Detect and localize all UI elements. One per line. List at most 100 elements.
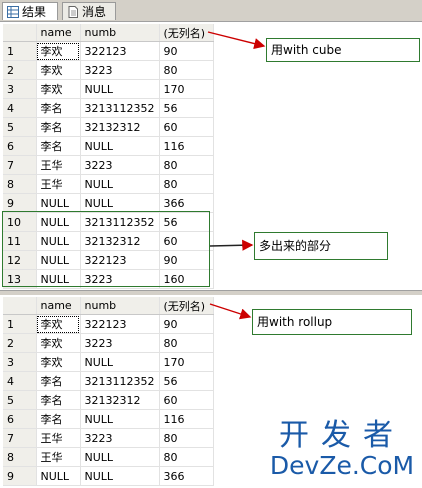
- row-number-header: [3, 24, 37, 42]
- name-cell[interactable]: 李欢: [36, 352, 81, 372]
- grid-splitter[interactable]: [0, 290, 422, 295]
- header-row: name numb (无列名): [3, 24, 214, 42]
- column-header-name[interactable]: name: [36, 297, 81, 315]
- table-row[interactable]: 8 王华 NULL 80: [3, 447, 214, 467]
- name-cell[interactable]: 李名: [36, 98, 81, 118]
- name-cell[interactable]: 李欢: [36, 333, 81, 353]
- table-row[interactable]: 6 李名 NULL 116: [3, 136, 214, 156]
- table-row[interactable]: 9 NULL NULL 366: [3, 466, 214, 486]
- value-cell[interactable]: 80: [159, 155, 214, 175]
- name-cell[interactable]: 王华: [36, 447, 81, 467]
- name-cell[interactable]: NULL: [36, 466, 81, 486]
- value-cell[interactable]: 90: [159, 41, 214, 61]
- value-cell[interactable]: 116: [159, 409, 214, 429]
- numb-cell[interactable]: 322123: [80, 41, 160, 61]
- name-cell[interactable]: 王华: [36, 428, 81, 448]
- table-row[interactable]: 4 李名 3213112352 56: [3, 371, 214, 391]
- numb-cell[interactable]: 3213112352: [80, 98, 160, 118]
- name-cell[interactable]: 李欢: [36, 60, 81, 80]
- row-number-header: [3, 297, 37, 315]
- row-number-cell: 6: [3, 409, 37, 429]
- arrow-to-rollup-note: [209, 303, 252, 320]
- row-number-cell: 7: [3, 155, 37, 175]
- value-cell[interactable]: 80: [159, 174, 214, 194]
- value-cell[interactable]: 366: [159, 466, 214, 486]
- numb-cell[interactable]: 3213112352: [80, 371, 160, 391]
- numb-cell[interactable]: NULL: [80, 352, 160, 372]
- numb-cell[interactable]: 32132312: [80, 390, 160, 410]
- value-cell[interactable]: 56: [159, 371, 214, 391]
- numb-cell[interactable]: 322123: [80, 314, 160, 334]
- name-cell[interactable]: 李欢: [36, 41, 81, 61]
- table-row[interactable]: 3 李欢 NULL 170: [3, 352, 214, 372]
- table-row[interactable]: 5 李名 32132312 60: [3, 390, 214, 410]
- value-cell[interactable]: 170: [159, 79, 214, 99]
- numb-cell[interactable]: NULL: [80, 174, 160, 194]
- value-cell[interactable]: 80: [159, 333, 214, 353]
- value-cell[interactable]: 56: [159, 98, 214, 118]
- watermark-line2: DevZe.CoM: [269, 451, 415, 480]
- row-number-cell: 4: [3, 98, 37, 118]
- value-cell[interactable]: 80: [159, 428, 214, 448]
- watermark-line1: 开发者: [279, 418, 405, 453]
- value-cell[interactable]: 366: [159, 193, 214, 213]
- name-cell[interactable]: 李名: [36, 136, 81, 156]
- name-cell[interactable]: 李欢: [36, 314, 81, 334]
- row-number-cell: 7: [3, 428, 37, 448]
- table-row[interactable]: 2 李欢 3223 80: [3, 333, 214, 353]
- column-header-unnamed[interactable]: (无列名): [159, 297, 214, 315]
- tab-messages[interactable]: 消息: [62, 2, 116, 20]
- table-row[interactable]: 5 李名 32132312 60: [3, 117, 214, 137]
- numb-cell[interactable]: NULL: [80, 409, 160, 429]
- name-cell[interactable]: 李名: [36, 117, 81, 137]
- numb-cell[interactable]: 3223: [80, 155, 160, 175]
- row-number-cell: 9: [3, 193, 37, 213]
- value-cell[interactable]: 80: [159, 60, 214, 80]
- name-cell[interactable]: 李名: [36, 409, 81, 429]
- column-header-name[interactable]: name: [36, 24, 81, 42]
- results-grid-rollup: name numb (无列名) 1 李欢 322123 90 2 李欢 3223 80 3 李欢 N…: [3, 297, 214, 486]
- name-cell[interactable]: NULL: [36, 193, 81, 213]
- tab-results[interactable]: 结果: [2, 2, 58, 20]
- table-row[interactable]: 1 李欢 322123 90: [3, 314, 214, 334]
- table-row[interactable]: 4 李名 3213112352 56: [3, 98, 214, 118]
- name-cell[interactable]: 王华: [36, 155, 81, 175]
- row-number-cell: 8: [3, 447, 37, 467]
- name-cell[interactable]: 李名: [36, 371, 81, 391]
- row-number-cell: 5: [3, 390, 37, 410]
- numb-cell[interactable]: NULL: [80, 447, 160, 467]
- numb-cell[interactable]: NULL: [80, 79, 160, 99]
- value-cell[interactable]: 60: [159, 117, 214, 137]
- numb-cell[interactable]: 3223: [80, 333, 160, 353]
- value-cell[interactable]: 116: [159, 136, 214, 156]
- row-number-cell: 1: [3, 314, 37, 334]
- name-cell[interactable]: 李名: [36, 390, 81, 410]
- table-row[interactable]: 3 李欢 NULL 170: [3, 79, 214, 99]
- annotation-with-rollup: 用with rollup: [252, 309, 412, 335]
- table-row[interactable]: 8 王华 NULL 80: [3, 174, 214, 194]
- value-cell[interactable]: 90: [159, 314, 214, 334]
- row-number-cell: 3: [3, 79, 37, 99]
- annotation-with-cube: 用with cube: [266, 38, 420, 62]
- row-number-cell: 6: [3, 136, 37, 156]
- column-header-numb[interactable]: numb: [80, 24, 160, 42]
- column-header-unnamed[interactable]: (无列名): [159, 24, 214, 42]
- table-row[interactable]: 7 王华 3223 80: [3, 428, 214, 448]
- numb-cell[interactable]: NULL: [80, 466, 160, 486]
- numb-cell[interactable]: 32132312: [80, 117, 160, 137]
- table-row[interactable]: 7 王华 3223 80: [3, 155, 214, 175]
- value-cell[interactable]: 80: [159, 447, 214, 467]
- value-cell[interactable]: 60: [159, 390, 214, 410]
- numb-cell[interactable]: NULL: [80, 193, 160, 213]
- name-cell[interactable]: 李欢: [36, 79, 81, 99]
- numb-cell[interactable]: 3223: [80, 60, 160, 80]
- table-row[interactable]: 6 李名 NULL 116: [3, 409, 214, 429]
- numb-cell[interactable]: 3223: [80, 428, 160, 448]
- table-row[interactable]: 2 李欢 3223 80: [3, 60, 214, 80]
- table-row[interactable]: 9 NULL NULL 366: [3, 193, 214, 213]
- column-header-numb[interactable]: numb: [80, 297, 160, 315]
- numb-cell[interactable]: NULL: [80, 136, 160, 156]
- value-cell[interactable]: 170: [159, 352, 214, 372]
- table-row[interactable]: 1 李欢 322123 90: [3, 41, 214, 61]
- name-cell[interactable]: 王华: [36, 174, 81, 194]
